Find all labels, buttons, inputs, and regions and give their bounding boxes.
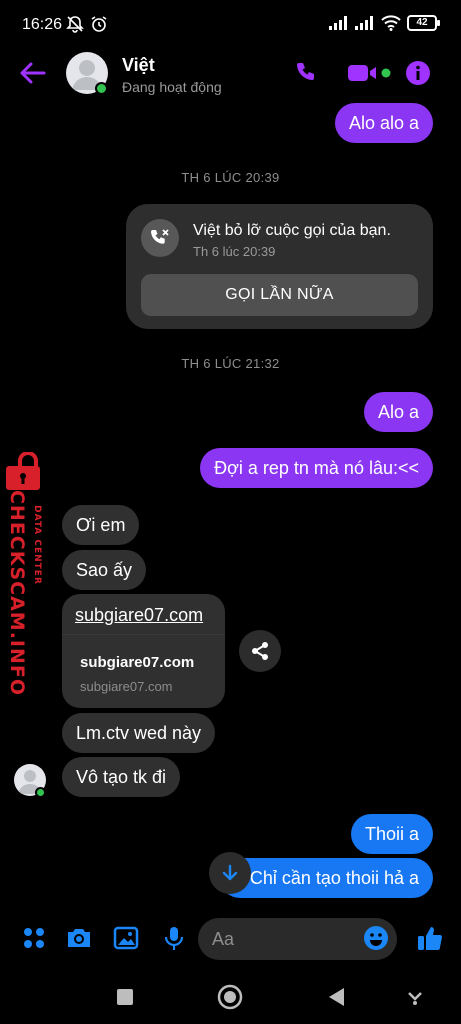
link-preview-title: subgiare07.com (80, 654, 195, 671)
voice-call-button[interactable] (292, 60, 320, 86)
status-bar: 16:26 42 (0, 0, 461, 50)
watermark-subtext: DATA CENTER (32, 505, 42, 585)
image-icon (113, 926, 139, 950)
voice-record-button[interactable] (160, 924, 188, 952)
share-icon (252, 642, 268, 660)
message-sent[interactable]: Đợi a rep tn mà nó lâu:<< (200, 448, 433, 488)
info-icon (406, 61, 430, 85)
phone-icon (297, 63, 314, 80)
scroll-to-bottom-button[interactable] (209, 852, 251, 894)
message-sent[interactable]: Chỉ cần tạo thoii hả a (219, 858, 433, 898)
contact-name[interactable]: Việt (122, 55, 155, 76)
home-button[interactable] (217, 984, 243, 1010)
link-preview-card[interactable]: subgiare07.com subgiare07.com subgiare07… (62, 594, 225, 708)
message-received[interactable]: Sao ấy (62, 550, 147, 590)
video-camera-icon (348, 65, 391, 81)
emoji-icon (364, 926, 388, 950)
info-button[interactable] (404, 60, 432, 86)
four-dots-icon (24, 928, 44, 948)
gallery-button[interactable] (112, 924, 140, 952)
divider (62, 634, 225, 635)
signal-icon (329, 16, 347, 30)
call-again-button[interactable]: GỌI LẦN NỮA (141, 274, 418, 316)
share-button[interactable] (239, 630, 281, 672)
like-button[interactable] (416, 924, 444, 952)
online-indicator (35, 787, 46, 798)
message-sent[interactable]: Alo a (363, 392, 433, 432)
missed-call-icon (141, 219, 179, 257)
message-received[interactable]: Ơi em (62, 505, 140, 545)
message-composer (0, 914, 461, 964)
timestamp: TH 6 LÚC 20:39 (181, 170, 280, 185)
missed-call-card: Việt bỏ lỡ cuộc gọi của bạn. Th 6 lúc 20… (126, 204, 433, 329)
recents-button[interactable] (112, 984, 138, 1010)
back-arrow-icon (20, 62, 46, 84)
lock-logo-icon (6, 452, 40, 490)
arrow-down-icon (222, 864, 238, 881)
hide-nav-button[interactable] (402, 984, 428, 1010)
message-received[interactable]: Vô tạo tk đi (62, 757, 181, 797)
message-sent[interactable]: Thoii a (350, 814, 433, 854)
home-circle-icon (217, 984, 243, 1010)
missed-call-title: Việt bỏ lỡ cuộc gọi của bạn. (193, 222, 391, 239)
battery-indicator: 42 (407, 15, 440, 31)
contact-status: Đang hoạt động (122, 79, 222, 95)
video-call-button[interactable] (346, 60, 392, 86)
back-button[interactable] (18, 60, 48, 86)
chat-header: Việt Đang hoạt động (0, 50, 461, 98)
link-preview-domain: subgiare07.com (80, 679, 173, 694)
system-nav-bar (0, 970, 461, 1024)
camera-button[interactable] (65, 924, 93, 952)
timestamp: TH 6 LÚC 21:32 (181, 356, 280, 371)
chevron-down-icon (408, 992, 422, 1005)
thumbs-up-icon (418, 927, 443, 950)
alarm-icon (91, 16, 107, 32)
missed-call-time: Th 6 lúc 20:39 (193, 244, 276, 259)
watermark: CHECKSCAM.INFO (0, 452, 50, 696)
camera-icon (68, 929, 90, 947)
watermark-text: CHECKSCAM.INFO (6, 489, 28, 697)
square-icon (117, 989, 133, 1005)
message-sent[interactable]: Alo alo a (334, 103, 433, 143)
status-time: 16:26 (22, 16, 63, 33)
link-url[interactable]: subgiare07.com (75, 605, 203, 626)
mute-bell-icon (66, 16, 84, 33)
message-received[interactable]: Lm.ctv wed này (62, 713, 216, 753)
wifi-icon (381, 15, 401, 31)
apps-button[interactable] (20, 924, 48, 952)
back-nav-button[interactable] (323, 984, 349, 1010)
emoji-button[interactable] (362, 924, 390, 952)
triangle-back-icon (329, 988, 344, 1006)
signal-icon-2 (355, 16, 373, 30)
microphone-icon (164, 927, 184, 950)
online-indicator (95, 82, 108, 95)
